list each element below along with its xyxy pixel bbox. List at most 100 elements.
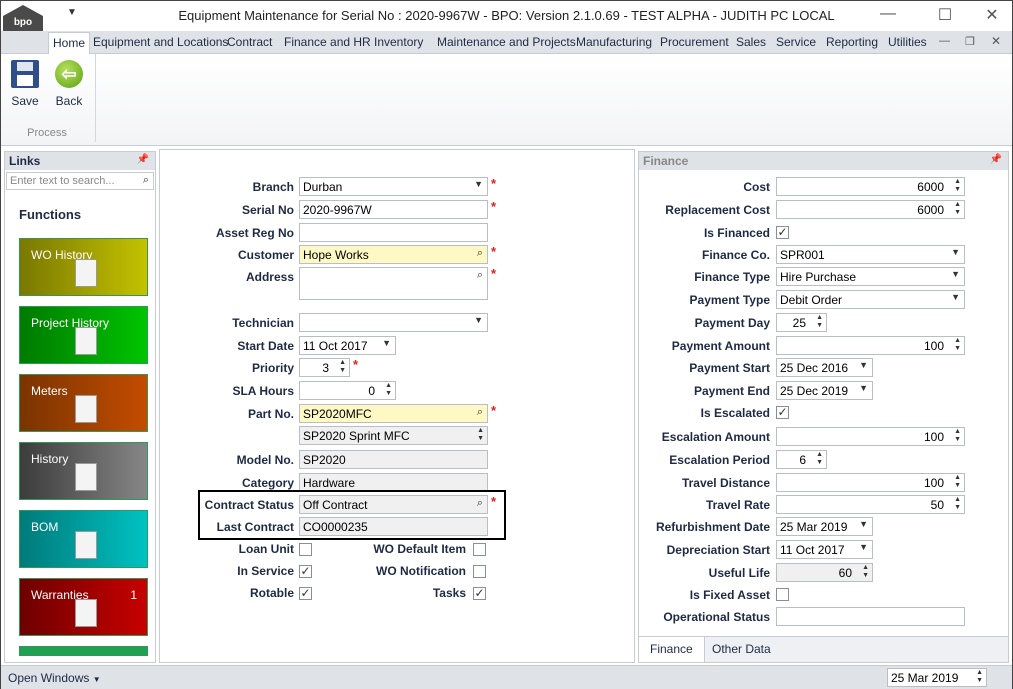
model-no-field[interactable]: SP2020 [299,450,488,469]
checkbox-is-escalated[interactable]: ✓ [776,406,789,419]
spin-arrows-icon[interactable]: ▲ ▼ [954,201,961,217]
checkbox-is-financed[interactable]: ✓ [776,226,789,239]
back-button[interactable]: ⇦ Back [47,60,91,108]
spin-arrows-icon[interactable]: ▲ ▼ [339,359,346,375]
tab-equipment-and-locations[interactable]: Equipment and Locations [93,35,228,49]
finance-co-field[interactable]: SPR001 ▼ [776,245,965,264]
spin-arrows-icon[interactable]: ▲ ▼ [385,382,392,398]
status-date-field[interactable]: 25 Mar 2019 ▲ ▼ [887,668,987,687]
useful-life-field[interactable]: 60 ▲ ▼ [776,563,873,582]
search-icon[interactable]: ⌕ [477,406,483,419]
open-windows-button[interactable]: Open Windows ▼ [8,671,101,685]
function-tile-bom[interactable]: BOM [19,510,148,568]
replacement-cost-field[interactable]: 6000 ▲ ▼ [776,200,965,219]
spin-arrows-icon[interactable]: ▲ ▼ [477,427,484,443]
tab-maintenance-and-projects[interactable]: Maintenance and Projects [437,35,576,49]
part-description-field[interactable]: SP2020 Sprint MFC ▲ ▼ [299,426,488,445]
spin-arrows-icon[interactable]: ▲ ▼ [954,496,961,512]
chevron-down-icon[interactable]: ▼ [951,292,960,302]
payment-type-field[interactable]: Debit Order ▼ [776,290,965,309]
checkbox-in-service[interactable]: ✓ [299,565,312,578]
chevron-down-icon[interactable]: ▼ [382,338,391,348]
customer-field[interactable]: Hope Works ⌕ [299,245,488,264]
finance-type-field[interactable]: Hire Purchase ▼ [776,267,965,286]
spin-arrows-icon[interactable]: ▲ ▼ [816,451,823,467]
spin-arrows-icon[interactable]: ▲ ▼ [954,428,961,444]
spin-arrows-icon[interactable]: ▲ ▼ [862,564,869,580]
payment-end-field[interactable]: 25 Dec 2019 ▼ [776,381,873,400]
operational-status-field[interactable] [776,607,965,626]
escalation-amount-field[interactable]: 100 ▲ ▼ [776,427,965,446]
chevron-down-icon[interactable]: ▼ [859,519,868,529]
chevron-down-icon[interactable]: ▼ [474,179,483,189]
tab-manufacturing[interactable]: Manufacturing [576,35,652,49]
pin-icon[interactable]: 📌 [990,154,1002,165]
tab-finance-and-hr[interactable]: Finance and HR [284,35,371,49]
ribbon-close-icon[interactable]: ✕ [991,34,1001,48]
technician-field[interactable]: ▼ [299,313,488,332]
refurbishment-date-field[interactable]: 25 Mar 2019 ▼ [776,517,873,536]
payment-amount-field[interactable]: 100 ▲ ▼ [776,336,965,355]
sla-hours-field[interactable]: 0 ▲ ▼ [299,381,396,400]
tab-finance[interactable]: Finance [639,637,705,662]
tab-contract[interactable]: Contract [227,35,272,49]
chevron-down-icon[interactable]: ▼ [859,383,868,393]
function-tile-partial[interactable] [19,646,148,656]
close-button[interactable]: ✕ [977,5,1007,27]
spin-arrows-icon[interactable]: ▲ ▼ [954,337,961,353]
save-button[interactable]: Save [3,60,47,108]
search-icon[interactable]: ⌕ [143,174,149,187]
function-tile-warranties[interactable]: Warranties 1 [19,578,148,636]
spin-arrows-icon[interactable]: ▲ ▼ [816,314,823,330]
checkbox-wo-default-item[interactable] [473,543,486,556]
asset-reg-no-field[interactable] [299,223,488,242]
serial-no-field[interactable]: 2020-9967W [299,200,488,219]
chevron-down-icon[interactable]: ▼ [859,542,868,552]
address-field[interactable]: ⌕ [299,267,488,300]
links-search-input[interactable]: Enter text to search... ⌕ [6,172,154,190]
search-icon[interactable]: ⌕ [477,247,483,260]
checkbox-is-fixed-asset[interactable] [776,588,789,601]
tab-sales[interactable]: Sales [736,35,766,49]
checkbox-wo-notification[interactable] [473,565,486,578]
function-tile-wo-history[interactable]: WO History [19,238,148,296]
function-tile-meters[interactable]: Meters [19,374,148,432]
chevron-down-icon[interactable]: ▼ [951,247,960,257]
chevron-down-icon[interactable]: ▼ [859,360,868,370]
pin-icon[interactable]: 📌 [137,154,149,165]
tab-procurement[interactable]: Procurement [660,35,729,49]
priority-field[interactable]: 3 ▲ ▼ [299,358,350,377]
chevron-down-icon[interactable]: ▼ [474,315,483,325]
part-no-field[interactable]: SP2020MFC ⌕ [299,404,488,423]
travel-rate-field[interactable]: 50 ▲ ▼ [776,495,965,514]
tab-other-data[interactable]: Other Data [701,637,782,662]
start-date-field[interactable]: 11 Oct 2017 ▼ [299,336,396,355]
maximize-button[interactable]: ☐ [930,5,960,27]
tab-service[interactable]: Service [776,35,816,49]
depreciation-start-field[interactable]: 11 Oct 2017 ▼ [776,540,873,559]
ribbon-minimize-icon[interactable]: — [939,35,950,47]
function-tile-history[interactable]: History [19,442,148,500]
cost-field[interactable]: 6000 ▲ ▼ [776,177,965,196]
function-tile-project-history[interactable]: Project History [19,306,148,364]
ribbon-restore-icon[interactable]: ❐ [965,35,975,48]
tab-home[interactable]: Home [48,32,91,54]
minimize-button[interactable]: — [873,5,903,27]
chevron-down-icon[interactable]: ▼ [951,269,960,279]
checkbox-rotable[interactable]: ✓ [299,587,312,600]
quick-access-dropdown-icon[interactable]: ▼ [67,7,77,18]
tab-inventory[interactable]: Inventory [374,35,423,49]
spin-arrows-icon[interactable]: ▲ ▼ [954,474,961,490]
payment-start-field[interactable]: 25 Dec 2016 ▼ [776,358,873,377]
tab-utilities[interactable]: Utilities [888,35,927,49]
travel-distance-field[interactable]: 100 ▲ ▼ [776,473,965,492]
spin-icon[interactable]: ▲ ▼ [976,669,983,685]
branch-field[interactable]: Durban ▼ [299,177,488,196]
escalation-period-field[interactable]: 6 ▲ ▼ [776,450,827,469]
checkbox-loan-unit[interactable] [299,543,312,556]
payment-day-field[interactable]: 25 ▲ ▼ [776,313,827,332]
tab-reporting[interactable]: Reporting [826,35,878,49]
checkbox-tasks[interactable]: ✓ [473,587,486,600]
search-icon[interactable]: ⌕ [477,269,483,282]
spin-arrows-icon[interactable]: ▲ ▼ [954,178,961,194]
